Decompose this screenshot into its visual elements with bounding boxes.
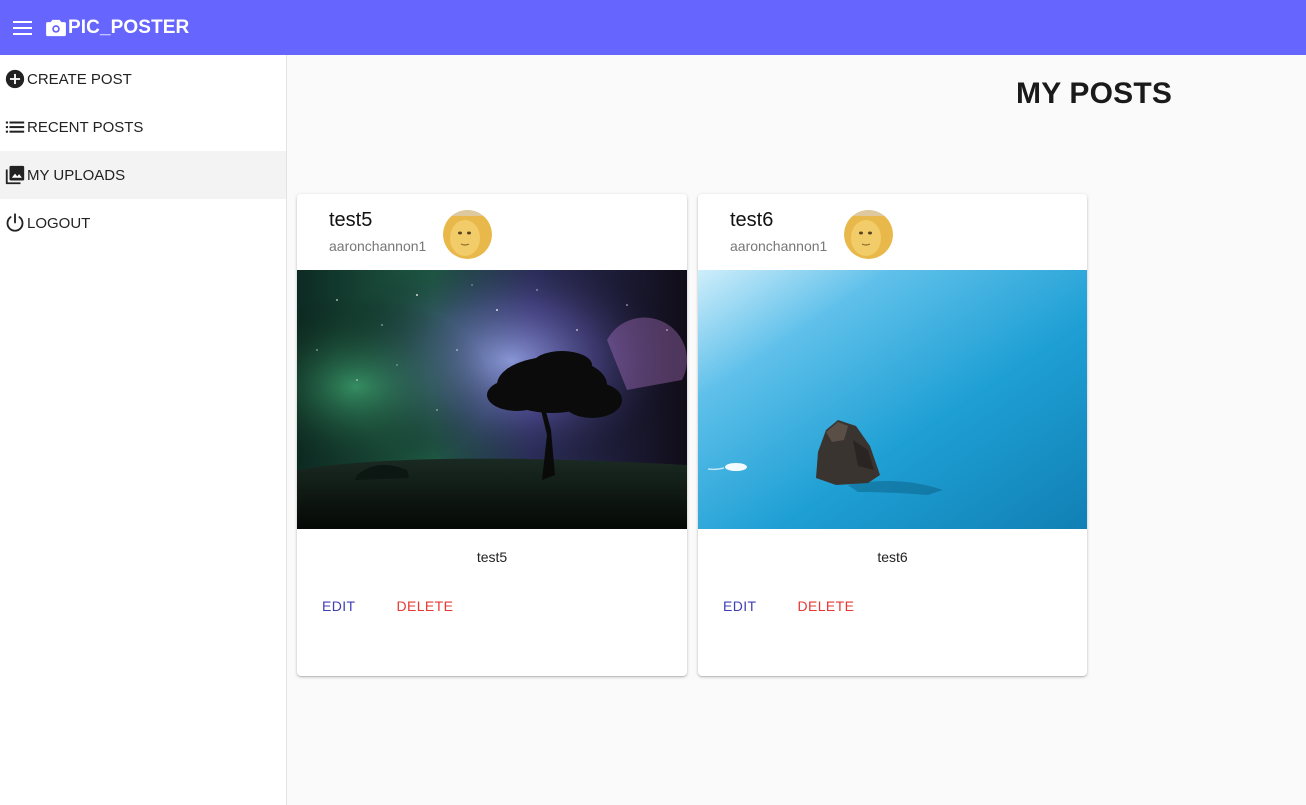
sidebar-item-label: CREATE POST xyxy=(27,70,132,88)
page-title: MY POSTS xyxy=(1016,77,1173,110)
power-icon xyxy=(6,213,24,232)
card-actions: EDIT DELETE xyxy=(698,586,1087,626)
sidebar-item-create-post[interactable]: CREATE POST xyxy=(0,55,286,103)
sidebar: CREATE POST RECENT POSTS MY UPLOADS LOGO… xyxy=(0,55,287,805)
post-title: test6 xyxy=(730,209,774,231)
sidebar-item-recent-posts[interactable]: RECENT POSTS xyxy=(0,103,286,151)
post-caption: test5 xyxy=(476,549,508,565)
main-content: MY POSTS test5 aaronchannon1 test5 EDIT … xyxy=(288,55,1306,805)
edit-button[interactable]: EDIT xyxy=(322,598,356,614)
camera-icon xyxy=(46,19,66,36)
delete-button[interactable]: DELETE xyxy=(397,598,454,614)
post-image-ocean-rock[interactable] xyxy=(698,270,1087,529)
post-card: test6 aaronchannon1 test6 EDIT DELETE xyxy=(698,194,1087,676)
post-card: test5 aaronchannon1 test5 EDIT DELETE xyxy=(297,194,687,676)
card-actions: EDIT DELETE xyxy=(297,586,687,626)
delete-button[interactable]: DELETE xyxy=(798,598,855,614)
post-image-night-sky-tree[interactable] xyxy=(297,270,687,529)
app-bar: PIC_POSTER xyxy=(0,0,1306,55)
sidebar-item-label: LOGOUT xyxy=(27,214,91,232)
list-icon xyxy=(5,121,25,133)
sidebar-item-label: MY UPLOADS xyxy=(27,166,126,184)
add-circle-icon xyxy=(5,69,25,89)
post-username: aaronchannon1 xyxy=(329,238,427,254)
menu-icon[interactable] xyxy=(13,20,35,36)
sidebar-item-logout[interactable]: LOGOUT xyxy=(0,199,286,247)
post-caption: test6 xyxy=(877,549,908,565)
card-header: test5 aaronchannon1 xyxy=(297,194,687,270)
photo-library-icon xyxy=(5,165,25,185)
card-header: test6 aaronchannon1 xyxy=(698,194,1087,270)
sidebar-item-label: RECENT POSTS xyxy=(27,118,144,136)
post-username: aaronchannon1 xyxy=(730,238,828,254)
sidebar-item-my-uploads[interactable]: MY UPLOADS xyxy=(0,151,286,199)
post-title: test5 xyxy=(329,209,373,231)
app-title[interactable]: PIC_POSTER xyxy=(68,17,189,39)
avatar xyxy=(844,210,893,259)
avatar xyxy=(443,210,492,259)
edit-button[interactable]: EDIT xyxy=(723,598,757,614)
